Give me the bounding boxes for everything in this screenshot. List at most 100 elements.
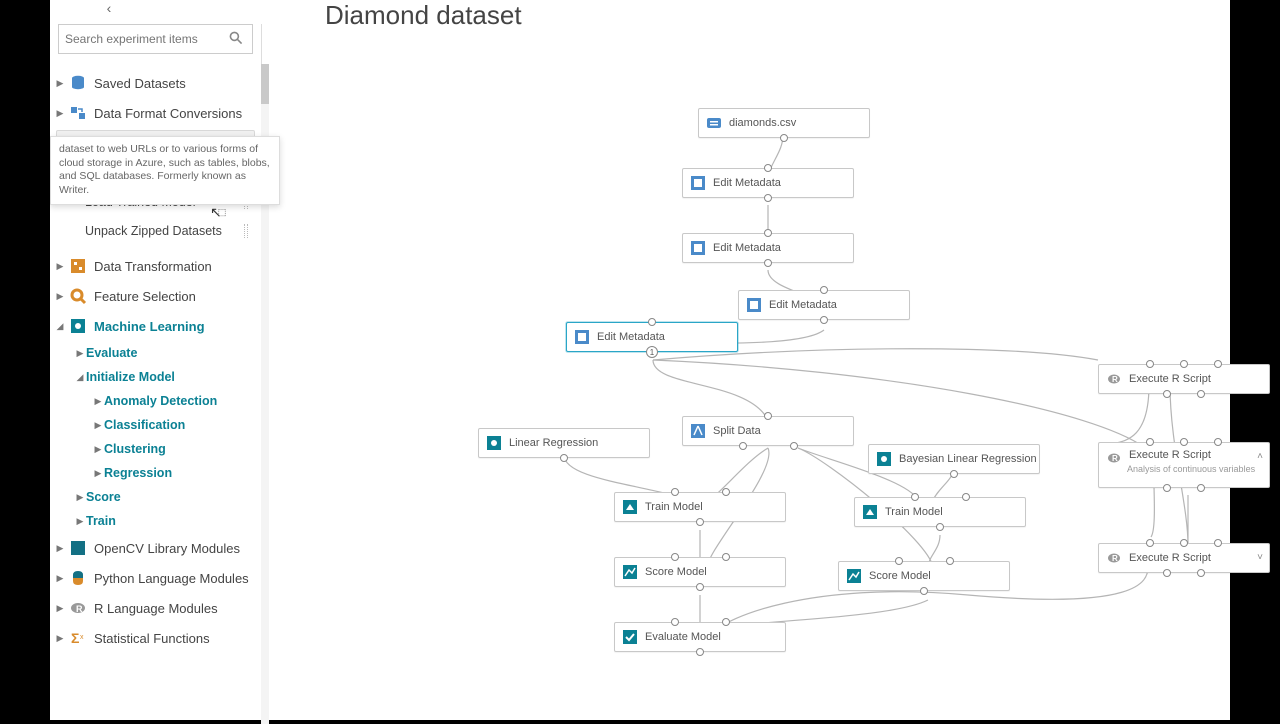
input-port[interactable]	[722, 488, 730, 496]
input-port[interactable]	[722, 553, 730, 561]
chevron-up-icon[interactable]: ˄	[1257, 451, 1263, 462]
search-input[interactable]	[65, 32, 228, 46]
output-port[interactable]	[780, 134, 788, 142]
input-port[interactable]	[671, 553, 679, 561]
input-port[interactable]	[1146, 438, 1154, 446]
output-port[interactable]	[1163, 569, 1171, 577]
output-port[interactable]	[1163, 484, 1171, 492]
node-evaluate-model[interactable]: Evaluate Model	[614, 622, 786, 652]
input-port[interactable]	[962, 493, 970, 501]
ml-score[interactable]: ▶Score	[50, 485, 261, 509]
ml-icon	[875, 450, 893, 468]
output-port[interactable]	[1197, 484, 1205, 492]
node-edit-metadata-2[interactable]: Edit Metadata	[682, 233, 854, 263]
input-port[interactable]	[648, 318, 656, 326]
svg-text:R: R	[1112, 554, 1118, 563]
output-port[interactable]	[790, 442, 798, 450]
output-port[interactable]	[820, 316, 828, 324]
search-icon[interactable]	[228, 30, 246, 48]
experiment-canvas[interactable]: diamonds.csv Edit Metadata Edit Metadata…	[268, 40, 1228, 720]
evaluate-icon	[621, 628, 639, 646]
output-port[interactable]	[936, 523, 944, 531]
output-port[interactable]	[1163, 390, 1171, 398]
input-port[interactable]	[946, 557, 954, 565]
category-stats[interactable]: ▶ Σx Statistical Functions	[50, 623, 261, 653]
output-port[interactable]	[950, 470, 958, 478]
input-port[interactable]	[764, 164, 772, 172]
r-icon: R	[68, 598, 88, 618]
node-bayesian-regression[interactable]: Bayesian Linear Regression	[868, 444, 1040, 474]
input-port[interactable]	[1180, 360, 1188, 368]
output-port[interactable]	[1197, 569, 1205, 577]
category-r[interactable]: ▶ R R Language Modules	[50, 593, 261, 623]
output-port[interactable]	[696, 583, 704, 591]
input-port[interactable]	[671, 488, 679, 496]
input-port[interactable]	[820, 286, 828, 294]
input-port[interactable]	[764, 229, 772, 237]
ml-evaluate[interactable]: ▶Evaluate	[50, 341, 261, 365]
category-data-transform[interactable]: ▶ Data Transformation	[50, 251, 261, 281]
input-port[interactable]	[1214, 438, 1222, 446]
output-port[interactable]	[560, 454, 568, 462]
category-saved-datasets[interactable]: ▶ Saved Datasets	[50, 68, 261, 98]
chevron-down-icon[interactable]: ˅	[1257, 552, 1263, 563]
node-r-script-3[interactable]: R Execute R Script ˅	[1098, 543, 1270, 573]
node-linear-regression[interactable]: Linear Regression	[478, 428, 650, 458]
input-port[interactable]	[671, 618, 679, 626]
module-unpack-zip[interactable]: Unpack Zipped Datasets	[56, 217, 255, 245]
category-data-format[interactable]: ▶ Data Format Conversions	[50, 98, 261, 128]
input-port[interactable]	[722, 618, 730, 626]
ml-classification[interactable]: ▶Classification	[50, 413, 261, 437]
ml-regression[interactable]: ▶Regression	[50, 461, 261, 485]
output-port[interactable]	[696, 648, 704, 656]
input-port[interactable]	[911, 493, 919, 501]
collapse-sidebar-button[interactable]: ‹	[100, 0, 118, 20]
svg-text:R: R	[76, 604, 83, 614]
output-port[interactable]	[1197, 390, 1205, 398]
ml-anomaly[interactable]: ▶Anomaly Detection	[50, 389, 261, 413]
input-port[interactable]	[1214, 360, 1222, 368]
ml-initialize[interactable]: ◢Initialize Model	[50, 365, 261, 389]
input-port[interactable]	[1146, 360, 1154, 368]
chevron-right-icon: ▶	[92, 468, 104, 479]
input-port[interactable]	[1180, 539, 1188, 547]
output-port[interactable]: 1	[646, 346, 658, 358]
node-score-model-1[interactable]: Score Model	[614, 557, 786, 587]
node-score-model-2[interactable]: Score Model	[838, 561, 1010, 591]
node-split-data[interactable]: Split Data	[682, 416, 854, 446]
score-icon	[845, 567, 863, 585]
database-icon	[68, 73, 88, 93]
output-port[interactable]	[764, 259, 772, 267]
input-port[interactable]	[895, 557, 903, 565]
r-icon: R	[1105, 370, 1123, 388]
node-r-script-1[interactable]: R Execute R Script	[1098, 364, 1270, 394]
magnify-icon	[68, 286, 88, 306]
input-port[interactable]	[1214, 539, 1222, 547]
node-edit-metadata-1[interactable]: Edit Metadata	[682, 168, 854, 198]
output-port[interactable]	[920, 587, 928, 595]
input-port[interactable]	[1146, 539, 1154, 547]
input-port[interactable]	[764, 412, 772, 420]
category-machine-learning[interactable]: ◢ Machine Learning	[50, 311, 261, 341]
category-opencv[interactable]: ▶ OpenCV Library Modules	[50, 533, 261, 563]
chevron-right-icon: ▶	[74, 348, 86, 359]
output-port[interactable]	[764, 194, 772, 202]
chevron-right-icon: ▶	[74, 516, 86, 527]
ml-clustering[interactable]: ▶Clustering	[50, 437, 261, 461]
node-r-script-2[interactable]: R Execute R Script Analysis of continuou…	[1098, 442, 1270, 488]
node-train-model-2[interactable]: Train Model	[854, 497, 1026, 527]
category-feature-selection[interactable]: ▶ Feature Selection	[50, 281, 261, 311]
convert-icon	[68, 103, 88, 123]
search-box[interactable]	[58, 24, 253, 54]
node-edit-metadata-3[interactable]: Edit Metadata	[738, 290, 910, 320]
output-port[interactable]	[739, 442, 747, 450]
node-edit-metadata-4[interactable]: Edit Metadata 1	[566, 322, 738, 352]
output-port[interactable]	[696, 518, 704, 526]
chevron-right-icon: ▶	[54, 573, 66, 584]
ml-train[interactable]: ▶Train	[50, 509, 261, 533]
category-python[interactable]: ▶ Python Language Modules	[50, 563, 261, 593]
input-port[interactable]	[1180, 438, 1188, 446]
r-icon: R	[1105, 549, 1123, 567]
node-train-model-1[interactable]: Train Model	[614, 492, 786, 522]
node-dataset[interactable]: diamonds.csv	[698, 108, 870, 138]
